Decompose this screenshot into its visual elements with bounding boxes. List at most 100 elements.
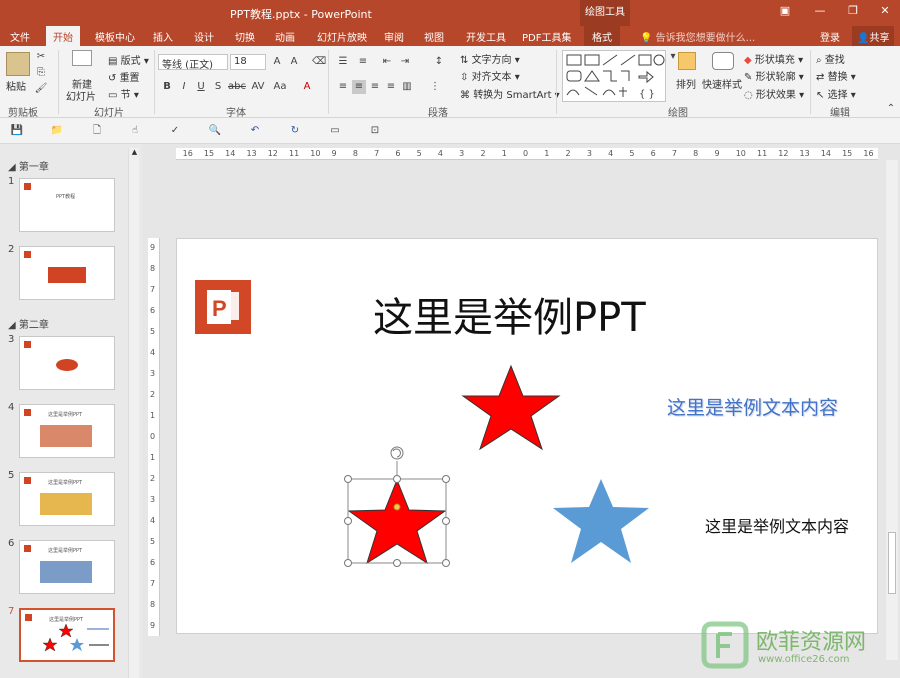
tell-me-search[interactable]: 💡 告诉我您想要做什么... <box>640 29 755 44</box>
shape-effects-button[interactable]: ◌ 形状效果 ▾ <box>744 86 804 101</box>
align-left-icon[interactable]: ≡ <box>336 80 350 94</box>
line-spacing-icon[interactable]: ↕ <box>432 55 446 69</box>
resize-handle[interactable] <box>442 475 450 483</box>
strikethrough-icon[interactable]: abc <box>228 80 246 94</box>
slideshow-icon[interactable]: ▭ <box>328 124 342 138</box>
align-text-button[interactable]: ⇳ 对齐文本 ▾ <box>460 68 520 83</box>
resize-handle[interactable] <box>344 559 352 567</box>
present-icon[interactable]: ⊡ <box>368 124 382 138</box>
slide-thumbnail-4[interactable]: 这里是举例PPT <box>19 404 115 458</box>
layout-button[interactable]: ▤ 版式 ▾ <box>108 52 149 67</box>
new-slide-icon[interactable] <box>72 50 92 66</box>
char-spacing-icon[interactable]: AV <box>250 80 266 94</box>
change-case-icon[interactable]: Aa <box>272 80 288 94</box>
resize-handle[interactable] <box>344 475 352 483</box>
tab-developer[interactable]: 开发工具 <box>466 29 506 44</box>
paste-icon[interactable] <box>6 52 30 76</box>
columns-icon[interactable]: ▥ <box>400 80 414 94</box>
resize-handle[interactable] <box>393 559 401 567</box>
close-icon[interactable]: ✕ <box>870 4 900 22</box>
new-document-icon[interactable]: 🗋 <box>90 124 104 138</box>
ribbon-display-icon[interactable]: ▣ <box>770 4 800 22</box>
tab-insert[interactable]: 插入 <box>153 29 173 44</box>
section-header-2[interactable]: ◢ 第二章 <box>8 316 49 331</box>
red-star-selected[interactable] <box>347 478 447 565</box>
justify-icon[interactable]: ≡ <box>384 80 398 94</box>
collapse-ribbon-icon[interactable]: ⌃ <box>884 102 898 116</box>
restore-icon[interactable]: ❐ <box>838 4 868 22</box>
resize-handle[interactable] <box>442 559 450 567</box>
quick-styles-icon[interactable] <box>712 52 734 70</box>
font-name-select[interactable]: 等线 (正文) <box>158 54 228 71</box>
section-header-1[interactable]: ◢ 第一章 <box>8 158 49 173</box>
font-size-select[interactable]: 18 <box>230 54 266 70</box>
slide-thumbnail-3[interactable] <box>19 336 115 390</box>
minimize-icon[interactable]: — <box>805 4 835 22</box>
numbering-icon[interactable]: ≡ <box>356 55 370 69</box>
shape-outline-button[interactable]: ✎ 形状轮廓 ▾ <box>744 68 804 83</box>
tab-file[interactable]: 文件 <box>10 29 30 44</box>
align-right-icon[interactable]: ≡ <box>368 80 382 94</box>
increase-indent-icon[interactable]: ⇥ <box>398 55 412 69</box>
smartart-button[interactable]: ⌘ 转换为 SmartArt ▾ <box>460 86 560 101</box>
share-button[interactable]: 👤共享 <box>852 26 895 46</box>
slide-thumbnail-7[interactable]: 这里是举例PPT <box>19 608 115 662</box>
text-direction-button[interactable]: ⇅ 文字方向 ▾ <box>460 51 520 66</box>
tab-templates[interactable]: 模板中心 <box>95 29 135 44</box>
tab-design[interactable]: 设计 <box>194 29 214 44</box>
blue-star[interactable] <box>553 479 649 563</box>
horizontal-ruler[interactable]: 16 15 14 13 12 11 10 9 8 7 6 5 4 3 2 1 0 1 2 3 4 5 6 7 8 9 10 11 12 1… <box>176 148 878 160</box>
tab-animations[interactable]: 动画 <box>275 29 295 44</box>
scroll-up-icon[interactable]: ▲ <box>130 148 139 158</box>
find-button[interactable]: ⌕ 查找 <box>816 51 845 66</box>
redo-icon[interactable]: ↻ <box>288 124 302 138</box>
arrange-icon[interactable] <box>678 52 696 70</box>
copy-icon[interactable]: ⎘ <box>34 66 48 80</box>
vertical-ruler[interactable]: 9 8 7 6 5 4 3 2 1 0 1 2 3 4 5 6 7 8 9 <box>148 238 160 636</box>
open-folder-icon[interactable]: 📁 <box>50 124 64 138</box>
decrease-indent-icon[interactable]: ⇤ <box>380 55 394 69</box>
format-painter-icon[interactable]: 🖌 <box>34 82 48 96</box>
print-preview-icon[interactable]: 🔍 <box>208 124 222 138</box>
font-color-icon[interactable]: A <box>300 80 314 94</box>
arrange-label[interactable]: 排列 <box>676 76 696 91</box>
shape-fill-button[interactable]: ◆ 形状填充 ▾ <box>744 51 803 66</box>
align-center-icon[interactable]: ≡ <box>352 80 366 94</box>
tab-review[interactable]: 审阅 <box>384 29 404 44</box>
slide-thumbnail-6[interactable]: 这里是举例PPT <box>19 540 115 594</box>
underline-icon[interactable]: U <box>194 80 208 94</box>
scroll-thumb[interactable] <box>888 532 896 594</box>
adjust-handle[interactable] <box>393 503 401 511</box>
clear-format-icon[interactable]: ⌫ <box>312 55 326 69</box>
slide-scrollbar[interactable] <box>886 160 898 660</box>
shapes-gallery[interactable]: { } <box>562 50 666 102</box>
italic-icon[interactable]: I <box>177 80 191 94</box>
paste-label[interactable]: 粘贴 <box>6 78 26 93</box>
cut-icon[interactable]: ✂ <box>34 50 48 64</box>
tab-home[interactable]: 开始 <box>46 26 80 46</box>
slide-thumbnail-2[interactable] <box>19 246 115 300</box>
bullets-icon[interactable]: ☰ <box>336 55 350 69</box>
red-star-top[interactable] <box>461 364 561 451</box>
shadow-icon[interactable]: S <box>211 80 225 94</box>
bold-icon[interactable]: B <box>160 80 174 94</box>
slide-thumbnail-1[interactable]: PPT教程 <box>19 178 115 232</box>
tab-slideshow[interactable]: 幻灯片放映 <box>317 29 367 44</box>
reset-button[interactable]: ↺ 重置 <box>108 69 140 84</box>
slide-thumbnail-5[interactable]: 这里是举例PPT <box>19 472 115 526</box>
resize-handle[interactable] <box>442 517 450 525</box>
touch-mode-icon[interactable]: ☝ <box>128 124 142 138</box>
paragraph-settings-icon[interactable]: ⋮ <box>428 80 442 94</box>
new-slide-label-2[interactable]: 幻灯片 <box>66 88 96 103</box>
save-icon[interactable]: 💾 <box>10 124 24 138</box>
grow-font-icon[interactable]: A <box>270 55 284 69</box>
tab-format[interactable]: 格式 <box>584 26 620 46</box>
resize-handle[interactable] <box>393 475 401 483</box>
tab-view[interactable]: 视图 <box>424 29 444 44</box>
resize-handle[interactable] <box>344 517 352 525</box>
undo-icon[interactable]: ↶ <box>248 124 262 138</box>
tab-pdf[interactable]: PDF工具集 <box>522 29 571 44</box>
spelling-icon[interactable]: ✓ <box>168 124 182 138</box>
slide-canvas[interactable]: P 这里是举例PPT 这里是举例文本内容 这里是举例文本内容 <box>176 238 878 634</box>
shrink-font-icon[interactable]: A <box>287 55 301 69</box>
